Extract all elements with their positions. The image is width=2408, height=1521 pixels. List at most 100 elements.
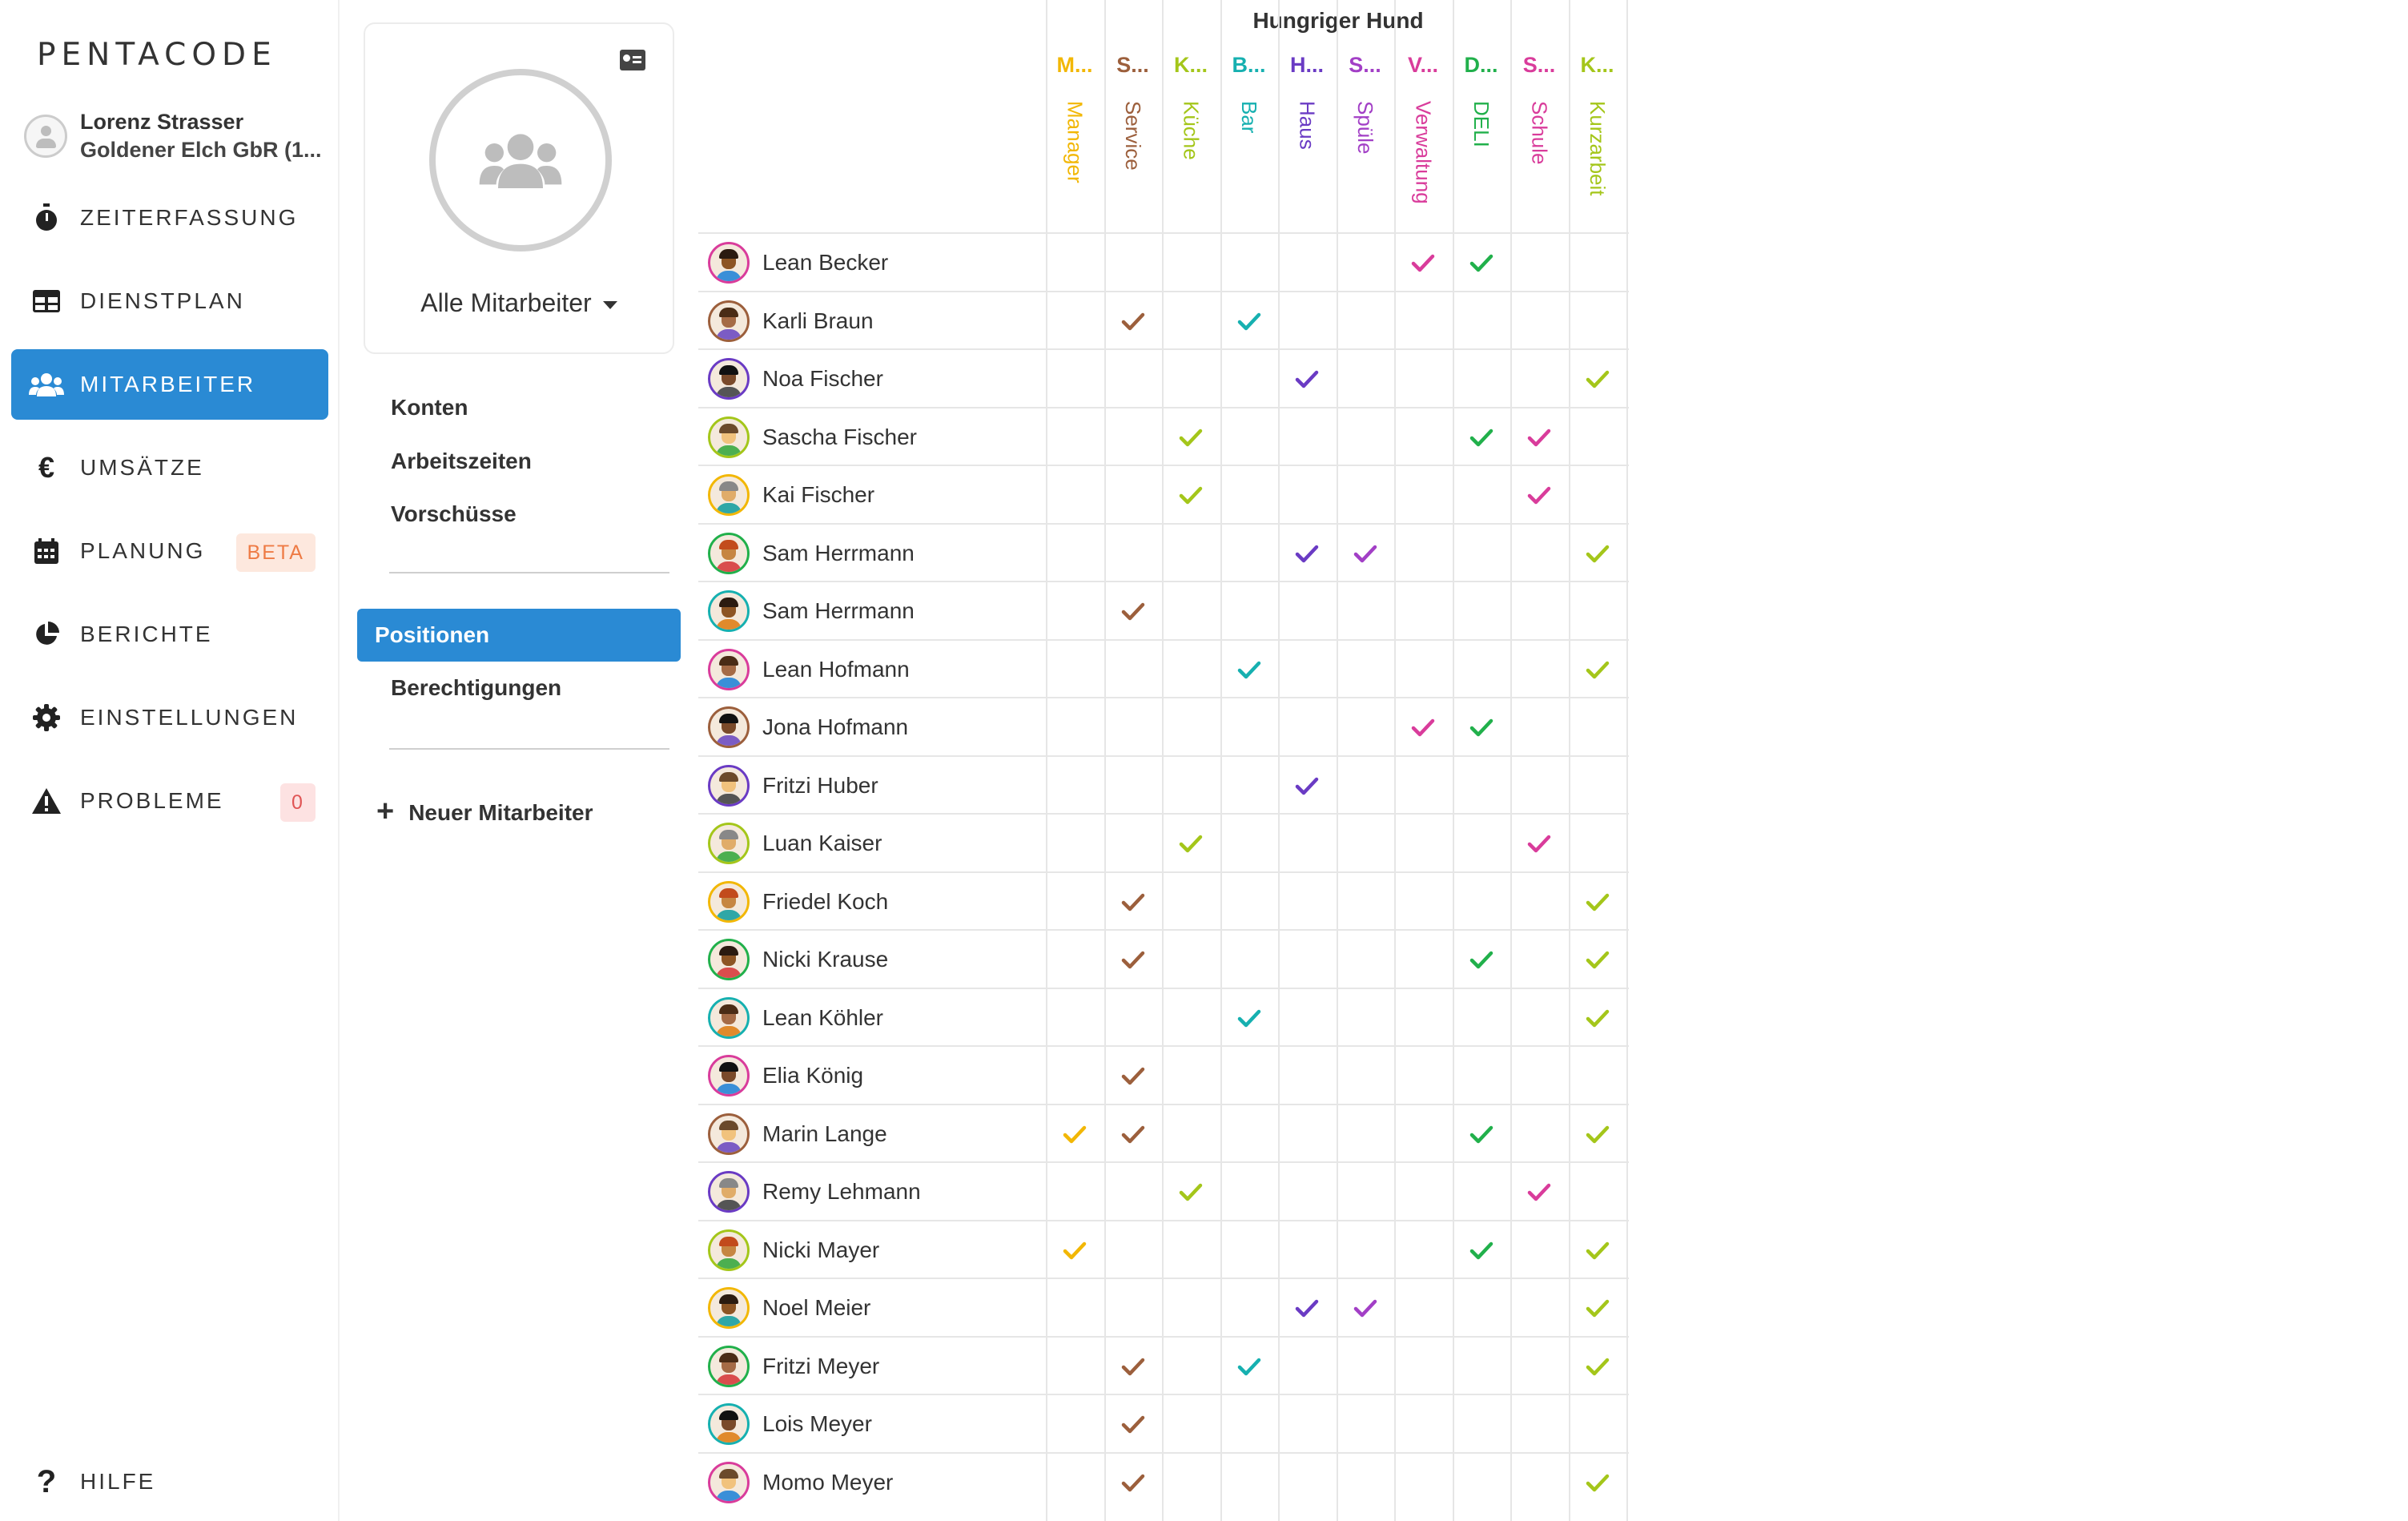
- employee-cell[interactable]: Jona Hofmann: [708, 705, 908, 750]
- nav-item-planung[interactable]: PLANUNG BETA: [11, 516, 328, 586]
- position-column-header[interactable]: S... Schule: [1510, 45, 1568, 227]
- menu-link-berechtigungen[interactable]: Berechtigungen: [373, 662, 697, 714]
- check-icon[interactable]: [1410, 250, 1436, 276]
- employee-cell[interactable]: Nicki Mayer: [708, 1228, 879, 1273]
- employee-cell[interactable]: Kai Fischer: [708, 473, 874, 517]
- menu-link-positionen[interactable]: Positionen: [357, 609, 681, 662]
- nav-item-dienstplan[interactable]: DIENSTPLAN: [11, 266, 328, 336]
- employee-cell[interactable]: Remy Lehmann: [708, 1169, 921, 1214]
- employee-cell[interactable]: Sam Herrmann: [708, 531, 915, 576]
- employee-cell[interactable]: Lean Hofmann: [708, 647, 910, 692]
- check-icon[interactable]: [1353, 541, 1378, 566]
- check-icon[interactable]: [1062, 1121, 1087, 1147]
- position-column-header[interactable]: K... Küche: [1162, 45, 1220, 227]
- check-icon[interactable]: [1120, 1411, 1146, 1437]
- position-column-header[interactable]: H... Haus: [1278, 45, 1336, 227]
- user-account[interactable]: Lorenz Strasser Goldener Elch GbR (1...: [24, 107, 322, 165]
- check-icon[interactable]: [1469, 947, 1494, 972]
- nav-item-hilfe[interactable]: ? HILFE: [11, 1447, 328, 1517]
- check-icon[interactable]: [1585, 541, 1610, 566]
- check-icon[interactable]: [1236, 308, 1262, 334]
- position-column-header[interactable]: V... Verwaltung: [1394, 45, 1452, 227]
- employee-cell[interactable]: Marin Lange: [708, 1112, 887, 1157]
- check-icon[interactable]: [1294, 541, 1320, 566]
- check-icon[interactable]: [1062, 1237, 1087, 1263]
- check-icon[interactable]: [1294, 366, 1320, 392]
- employee-cell[interactable]: Friedel Koch: [708, 879, 888, 924]
- position-column-header[interactable]: B... Bar: [1220, 45, 1278, 227]
- check-icon[interactable]: [1294, 1295, 1320, 1321]
- check-icon[interactable]: [1120, 308, 1146, 334]
- check-icon[interactable]: [1526, 425, 1552, 450]
- nav-item-probleme[interactable]: PROBLEME 0: [11, 766, 328, 836]
- employee-cell[interactable]: Sam Herrmann: [708, 589, 915, 634]
- employee-cell[interactable]: Luan Kaiser: [708, 821, 882, 866]
- id-card-icon[interactable]: [620, 50, 645, 70]
- check-icon[interactable]: [1120, 1121, 1146, 1147]
- employee-avatar: [708, 474, 750, 516]
- check-icon[interactable]: [1469, 250, 1494, 276]
- group-select-dropdown[interactable]: Alle Mitarbeiter: [365, 288, 673, 318]
- check-icon[interactable]: [1585, 947, 1610, 972]
- position-column-header[interactable]: K... Kurzarbeit: [1569, 45, 1626, 227]
- check-icon[interactable]: [1120, 1354, 1146, 1379]
- position-column-header[interactable]: M... Manager: [1046, 45, 1103, 227]
- check-icon[interactable]: [1585, 657, 1610, 682]
- check-icon[interactable]: [1120, 947, 1146, 972]
- check-icon[interactable]: [1178, 831, 1204, 856]
- check-icon[interactable]: [1585, 1237, 1610, 1263]
- check-icon[interactable]: [1178, 425, 1204, 450]
- menu-link-vorschuesse[interactable]: Vorschüsse: [373, 488, 697, 541]
- check-icon[interactable]: [1178, 482, 1204, 508]
- nav-item-mitarbeiter[interactable]: MITARBEITER: [11, 349, 328, 420]
- check-icon[interactable]: [1120, 598, 1146, 624]
- menu-link-arbeitszeiten[interactable]: Arbeitszeiten: [373, 435, 697, 488]
- check-icon[interactable]: [1294, 773, 1320, 799]
- check-icon[interactable]: [1526, 1179, 1552, 1205]
- check-icon[interactable]: [1236, 1005, 1262, 1031]
- check-icon[interactable]: [1585, 1295, 1610, 1321]
- pentacode-logo[interactable]: PENTACODE: [37, 37, 277, 73]
- check-icon[interactable]: [1526, 831, 1552, 856]
- employee-cell[interactable]: Karli Braun: [708, 299, 874, 344]
- check-icon[interactable]: [1585, 366, 1610, 392]
- employee-cell[interactable]: Elia König: [708, 1053, 863, 1098]
- employee-cell[interactable]: Fritzi Huber: [708, 763, 878, 808]
- check-icon[interactable]: [1585, 889, 1610, 915]
- check-icon[interactable]: [1410, 714, 1436, 740]
- nav-item-zeiterfassung[interactable]: ZEITERFASSUNG: [11, 183, 328, 253]
- check-icon[interactable]: [1585, 1121, 1610, 1147]
- menu-link-konten[interactable]: Konten: [373, 381, 697, 434]
- position-column-header[interactable]: S... Service: [1104, 45, 1162, 227]
- employee-cell[interactable]: Noel Meier: [708, 1286, 870, 1330]
- employee-cell[interactable]: Lois Meyer: [708, 1402, 872, 1447]
- check-icon[interactable]: [1236, 657, 1262, 682]
- employee-cell[interactable]: Momo Meyer: [708, 1460, 893, 1505]
- employee-cell[interactable]: Nicki Krause: [708, 937, 888, 982]
- check-icon[interactable]: [1178, 1179, 1204, 1205]
- nav-item-umsaetze[interactable]: € UMSÄTZE: [11, 433, 328, 503]
- check-icon[interactable]: [1585, 1470, 1610, 1495]
- new-employee-button[interactable]: + Neuer Mitarbeiter: [376, 793, 593, 833]
- check-icon[interactable]: [1469, 425, 1494, 450]
- employee-cell[interactable]: Noa Fischer: [708, 356, 883, 401]
- nav-item-einstellungen[interactable]: EINSTELLUNGEN: [11, 682, 328, 753]
- employee-cell[interactable]: Lean Köhler: [708, 996, 883, 1040]
- check-icon[interactable]: [1585, 1354, 1610, 1379]
- employee-cell[interactable]: Lean Becker: [708, 240, 888, 285]
- check-icon[interactable]: [1469, 1121, 1494, 1147]
- position-column-header[interactable]: S... Spüle: [1337, 45, 1394, 227]
- check-icon[interactable]: [1120, 1470, 1146, 1495]
- employee-cell[interactable]: Sascha Fischer: [708, 415, 917, 460]
- check-icon[interactable]: [1120, 1063, 1146, 1088]
- check-icon[interactable]: [1585, 1005, 1610, 1031]
- position-column-header[interactable]: D... DELI: [1453, 45, 1510, 227]
- check-icon[interactable]: [1469, 714, 1494, 740]
- check-icon[interactable]: [1236, 1354, 1262, 1379]
- employee-cell[interactable]: Fritzi Meyer: [708, 1344, 879, 1389]
- check-icon[interactable]: [1469, 1237, 1494, 1263]
- check-icon[interactable]: [1353, 1295, 1378, 1321]
- check-icon[interactable]: [1526, 482, 1552, 508]
- nav-item-berichte[interactable]: BERICHTE: [11, 599, 328, 670]
- check-icon[interactable]: [1120, 889, 1146, 915]
